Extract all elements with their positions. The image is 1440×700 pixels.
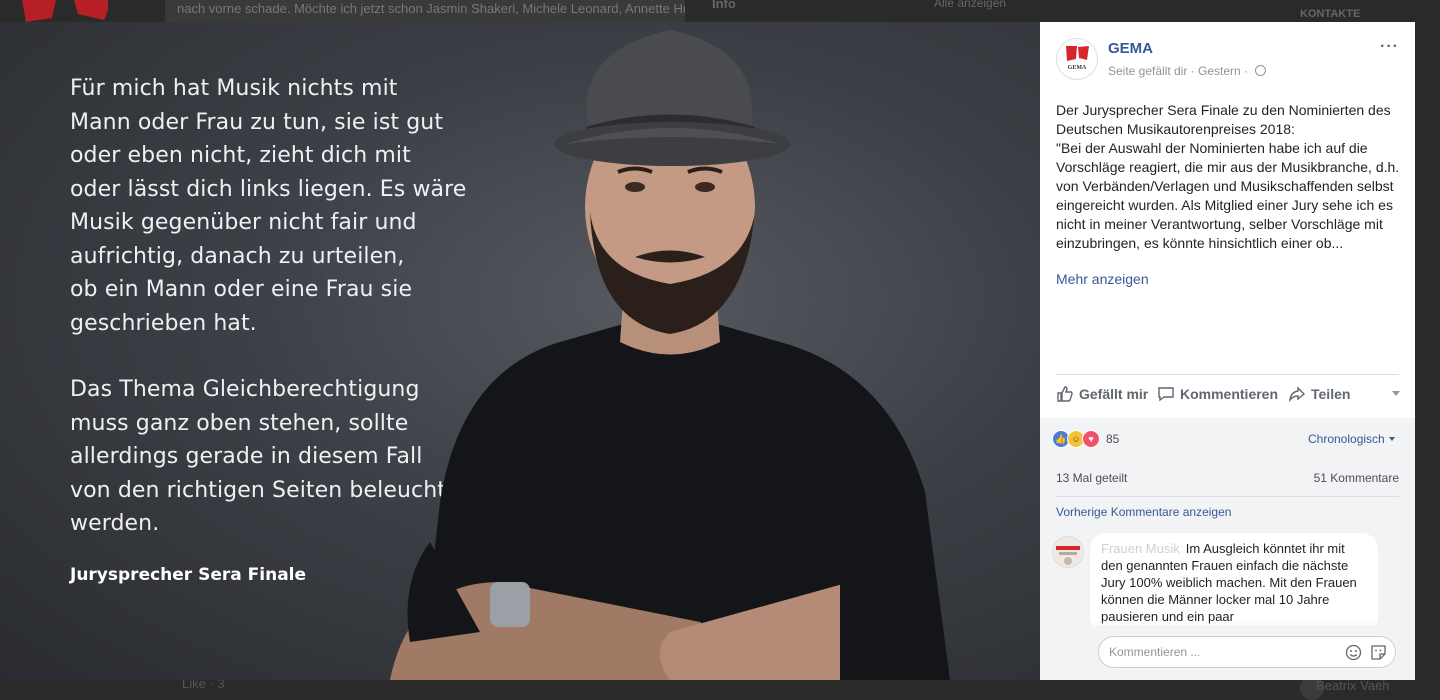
post-photo[interactable]: Für mich hat Musik nichts mit Mann oder … (0, 22, 1040, 680)
more-options-button[interactable]: ··· (1380, 38, 1399, 56)
chevron-down-icon (1388, 437, 1395, 441)
show-more-link[interactable]: Mehr anzeigen (1056, 271, 1149, 287)
commenter-logo-icon (1053, 537, 1083, 567)
sort-label: Chronologisch (1308, 432, 1385, 446)
like-label: Gefällt mir (1079, 386, 1149, 402)
gema-logo-icon: GEMA (1066, 46, 1089, 71)
love-reaction-icon: ♥ (1082, 430, 1100, 448)
globe-icon (1255, 65, 1267, 76)
like-button[interactable]: Gefällt mir (1056, 385, 1148, 403)
share-arrow-icon (1288, 386, 1306, 403)
background-info-heading: Info (712, 0, 736, 11)
comment-author[interactable]: Frauen Musik (1101, 541, 1180, 556)
previous-comments-link[interactable]: Vorherige Kommentare anzeigen (1056, 505, 1231, 519)
post-header-section: GEMA GEMA Seite gefällt dir · Gestern · … (1040, 22, 1415, 418)
thumbs-up-icon (1057, 386, 1073, 402)
sort-comments-dropdown[interactable]: Chronologisch (1308, 432, 1395, 446)
share-button[interactable]: Teilen (1288, 385, 1350, 403)
comment-count-link[interactable]: 51 Kommentare (1312, 471, 1399, 485)
reaction-count: 85 (1106, 432, 1120, 446)
comment-input-placeholder: Kommentieren ... (1109, 645, 1201, 659)
person-portrait (390, 30, 950, 680)
post-meta: Seite gefällt dir · Gestern · (1108, 64, 1267, 78)
comment-label: Kommentieren (1180, 386, 1279, 402)
post-text: Der Jurysprecher Sera Finale zu den Nomi… (1056, 102, 1400, 251)
share-label: Teilen (1311, 386, 1351, 402)
gema-background-logo (22, 0, 108, 22)
page-name-link[interactable]: GEMA (1108, 40, 1153, 57)
comment-composer: Kommentieren ... (1040, 626, 1415, 680)
sticker-icon[interactable] (1370, 644, 1387, 661)
composer-icons (1345, 644, 1387, 661)
share-dropdown-caret-icon[interactable] (1392, 391, 1400, 396)
share-count-link[interactable]: 13 Mal geteilt (1056, 471, 1127, 485)
comment-button[interactable]: Kommentieren (1157, 385, 1278, 403)
post-meta-text: Seite gefällt dir · Gestern · (1108, 64, 1252, 78)
commenter-avatar[interactable] (1052, 536, 1084, 568)
background-contacts-heading: KONTAKTE (1300, 8, 1361, 20)
comment-bubble: Frauen Musik Im Ausgleich könntet ihr mit… (1090, 533, 1378, 633)
comment-content: Frauen Musik Im Ausgleich könntet ihr mit… (1101, 540, 1369, 625)
background-show-all-link: Alle anzeigen (934, 0, 1007, 10)
post-side-panel: GEMA GEMA Seite gefällt dir · Gestern · … (1040, 22, 1415, 680)
reactions-summary[interactable]: 👍 ☺ ♥ 85 (1052, 430, 1119, 448)
quote-author: Jurysprecher Sera Finale (70, 565, 307, 585)
emoji-icon[interactable] (1345, 644, 1362, 661)
background-post-text: nach vorne schade. Möchte ich jetzt scho… (165, 0, 685, 22)
background-contact-name: Beatrix Vaeh (1316, 678, 1390, 693)
comment-input[interactable]: Kommentieren ... (1098, 636, 1396, 668)
svg-text:GEMA: GEMA (1068, 65, 1087, 71)
divider (1056, 496, 1399, 497)
comment-bubble-icon (1158, 387, 1174, 402)
post-actions-bar: Gefällt mir Kommentieren Teilen (1056, 385, 1400, 407)
comments-section: 👍 ☺ ♥ 85 Chronologisch 13 Mal geteilt 51… (1040, 418, 1415, 680)
divider (1056, 374, 1399, 375)
gema-page-avatar[interactable]: GEMA (1056, 38, 1098, 80)
